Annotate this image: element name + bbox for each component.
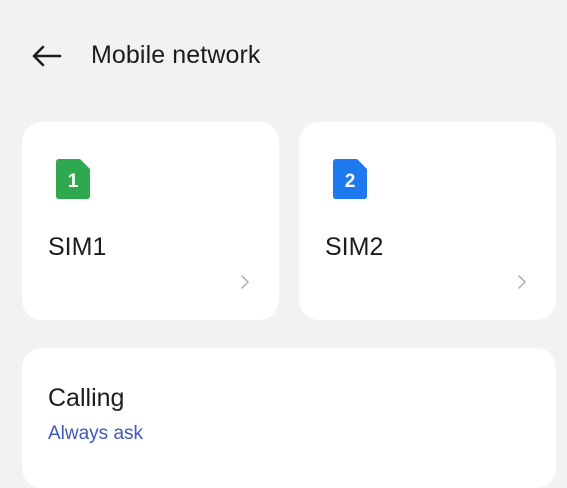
sim2-card[interactable]: 2 SIM2 bbox=[299, 122, 556, 320]
chevron-right-icon bbox=[518, 275, 526, 289]
app-header: Mobile network bbox=[0, 0, 567, 110]
arrow-left-icon bbox=[32, 45, 62, 67]
back-button[interactable] bbox=[26, 36, 66, 76]
calling-setting[interactable]: Calling Always ask bbox=[22, 348, 556, 488]
sim1-badge-number: 1 bbox=[68, 171, 79, 192]
calling-value: Always ask bbox=[48, 423, 144, 444]
sim2-label: SIM2 bbox=[325, 233, 384, 261]
sim-card-icon: 2 bbox=[333, 159, 367, 199]
sim1-label: SIM1 bbox=[48, 233, 107, 261]
sim-card-icon: 1 bbox=[56, 159, 90, 199]
chevron-right-icon bbox=[241, 275, 249, 289]
sim1-card[interactable]: 1 SIM1 bbox=[22, 122, 279, 320]
sim2-badge-number: 2 bbox=[345, 171, 356, 192]
page-title: Mobile network bbox=[91, 41, 261, 69]
calling-title: Calling bbox=[48, 384, 125, 412]
